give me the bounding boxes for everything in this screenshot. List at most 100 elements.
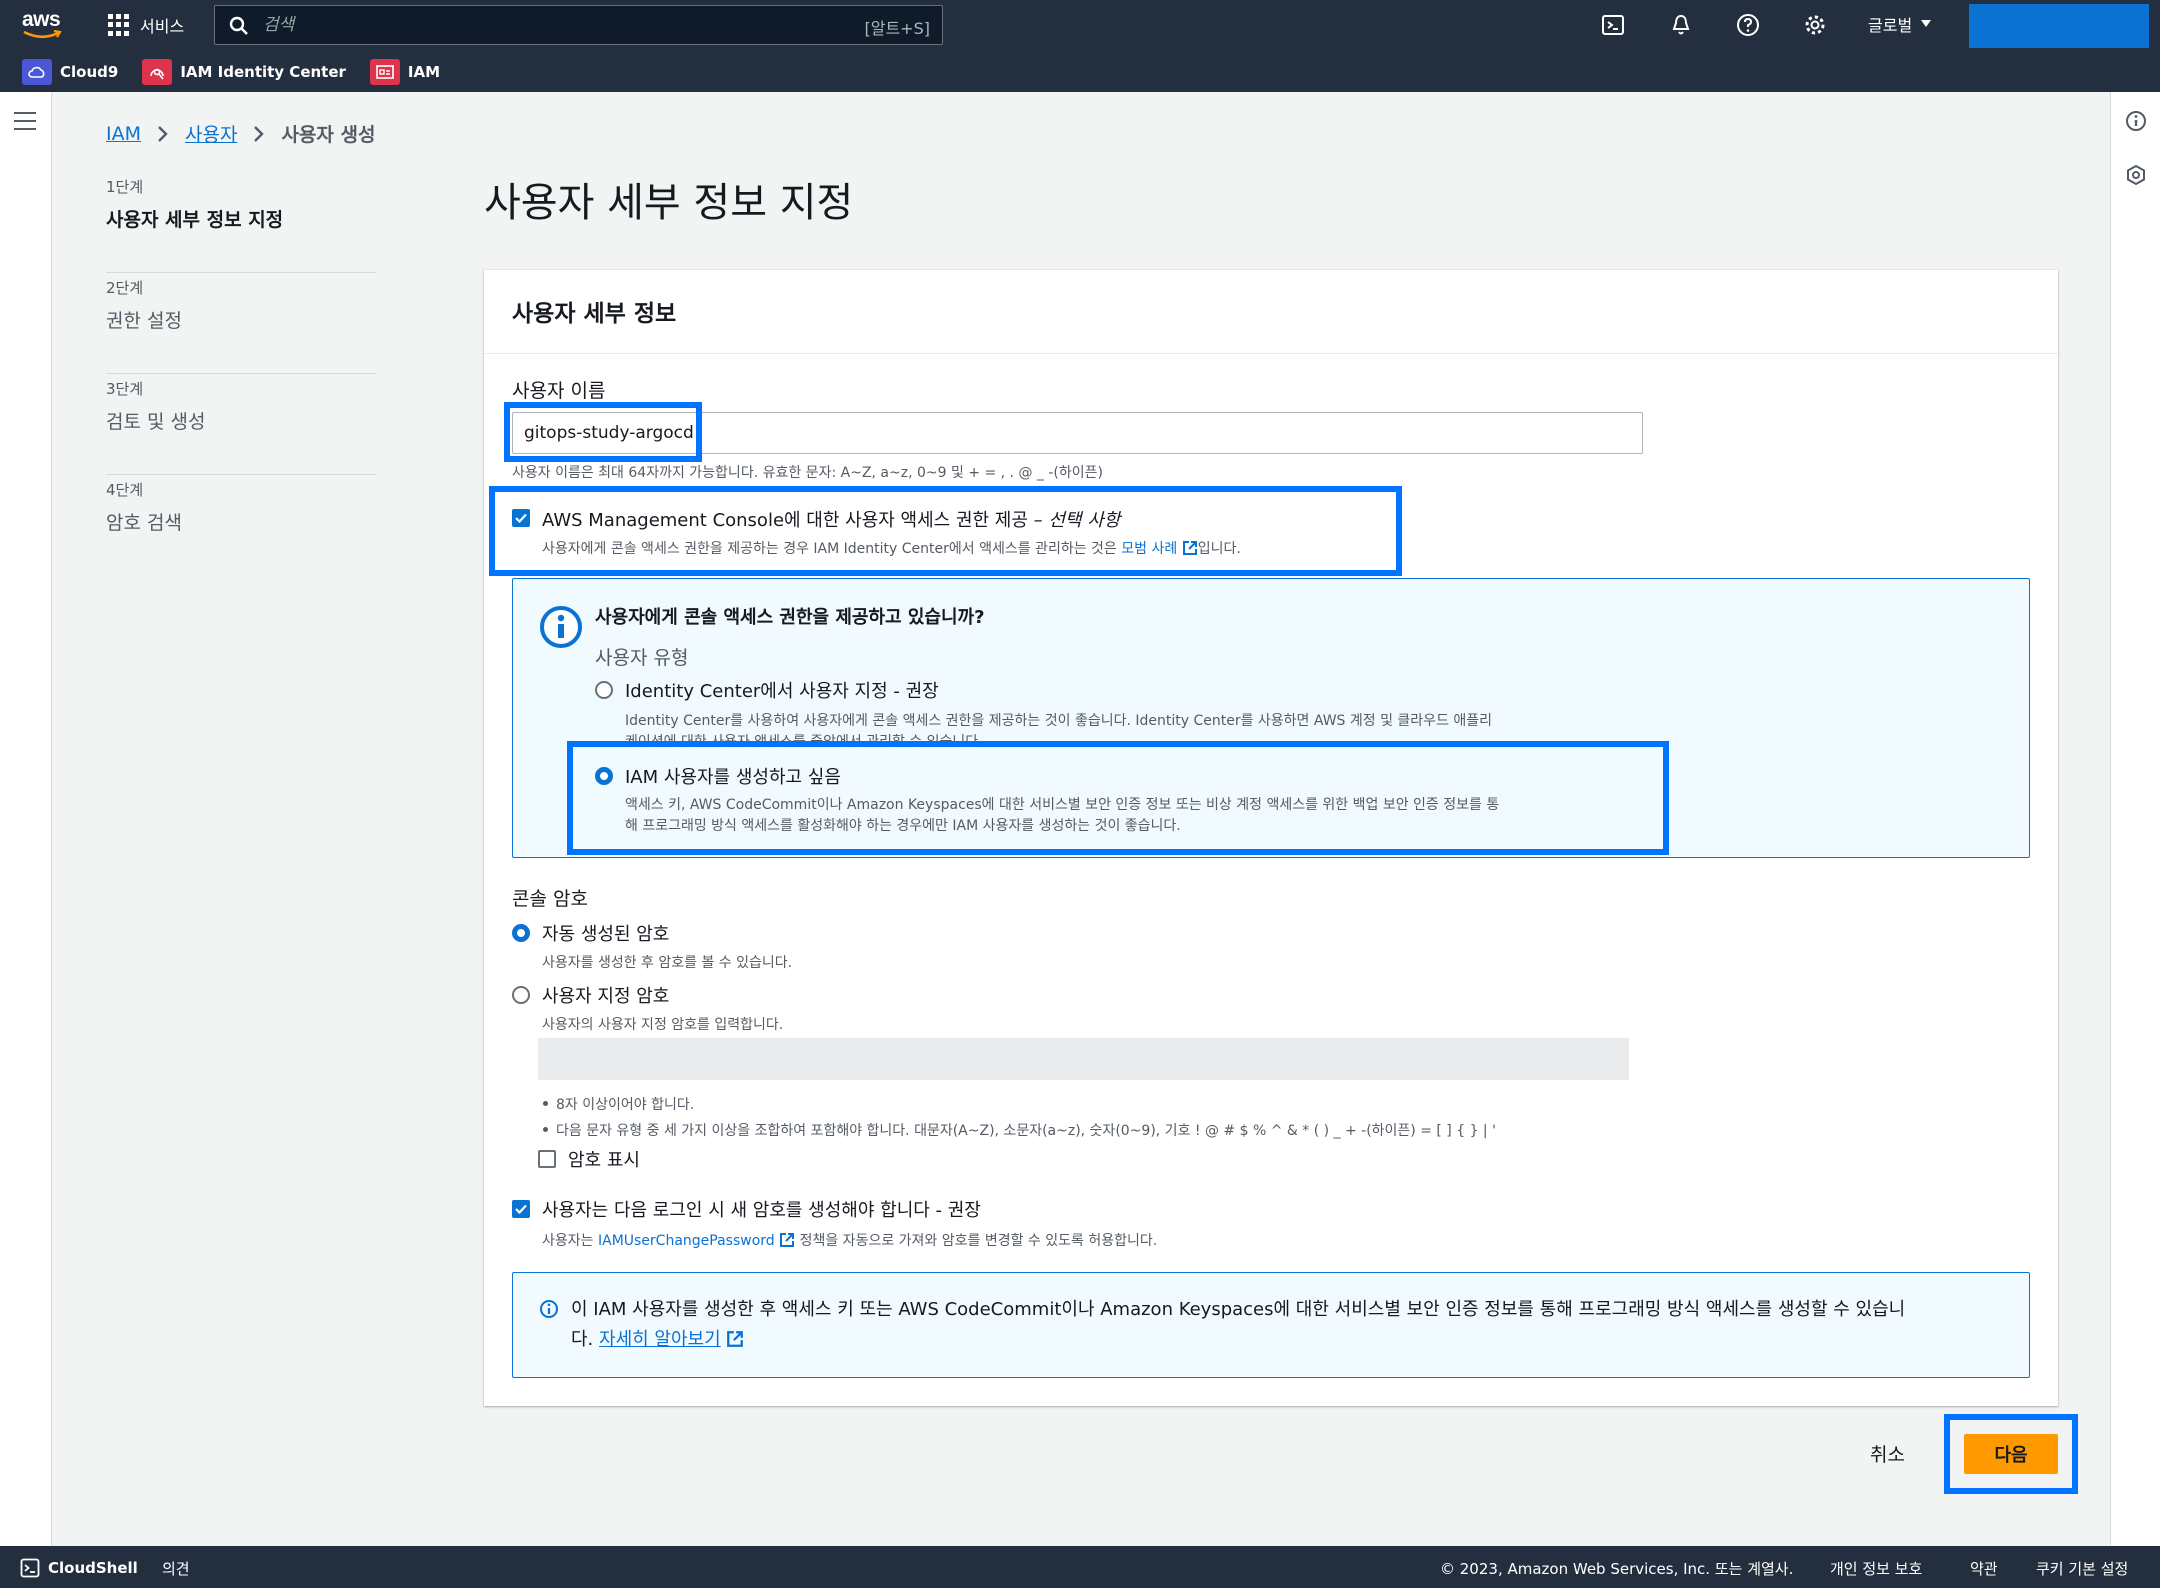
user-details-container: 사용자 세부 정보 사용자 이름 사용자 이름은 최대 64자까지 가능합니다.… <box>484 270 2058 1406</box>
favorite-label: IAM <box>407 63 441 81</box>
identity-center-radio[interactable] <box>595 681 613 699</box>
aws-logo-text: aws <box>22 8 61 31</box>
container-title: 사용자 세부 정보 <box>512 301 677 327</box>
option-label: Identity Center에서 사용자 지정 - 권장 <box>625 681 939 702</box>
cloudshell-footer-button[interactable]: CloudShell <box>20 1558 138 1578</box>
hamburger-menu-icon[interactable] <box>14 112 36 136</box>
cloudshell-icon <box>20 1558 40 1578</box>
right-tools-strip <box>2110 92 2160 1546</box>
search-shortcut: [알트+S] <box>864 19 931 38</box>
feedback-link[interactable]: 의견 <box>162 1558 190 1579</box>
step-number: 3단계 <box>106 380 144 398</box>
chevron-right-icon <box>253 125 265 143</box>
custom-password-option[interactable]: 사용자 지정 암호 사용자의 사용자 지정 암호를 입력합니다. <box>512 982 783 1034</box>
favorite-cloud9[interactable]: Cloud9 <box>22 59 118 85</box>
step-number: 1단계 <box>106 178 144 196</box>
search-bar[interactable]: [알트+S] <box>214 5 943 45</box>
auto-password-desc: 사용자를 생성한 후 암호를 볼 수 있습니다. <box>542 955 793 971</box>
services-menu-button[interactable]: 서비스 <box>108 10 184 40</box>
chevron-right-icon <box>157 125 169 143</box>
privacy-link[interactable]: 개인 정보 보호 <box>1830 1558 1922 1579</box>
password-rules: 8자 이상이어야 합니다. 다음 문자 유형 중 세 가지 이상을 조합하여 포… <box>538 1094 1496 1146</box>
terms-link[interactable]: 약관 <box>1970 1558 1998 1579</box>
programmatic-access-text-tail: 다. <box>571 1329 594 1350</box>
next-button-highlight-box <box>1944 1414 2078 1494</box>
services-label: 서비스 <box>140 17 185 36</box>
iam-user-highlight-box <box>567 741 1669 855</box>
iam-user-change-password-link[interactable]: IAMUserChangePassword <box>598 1233 775 1249</box>
auto-password-radio[interactable] <box>512 924 530 942</box>
user-type-info-box: 사용자에게 콘솔 액세스 권한을 제공하고 있습니까? 사용자 유형 Ident… <box>512 578 2030 858</box>
username-label: 사용자 이름 <box>512 380 606 402</box>
external-link-icon <box>727 1331 744 1347</box>
footer: CloudShell 의견 © 2023, Amazon Web Service… <box>0 1546 2160 1588</box>
password-rule: 8자 이상이어야 합니다. <box>538 1094 1496 1114</box>
console-password-label: 콘솔 암호 <box>512 888 588 910</box>
info-panel-icon[interactable] <box>2125 110 2147 132</box>
require-reset-option[interactable]: 사용자는 다음 로그인 시 새 암호를 생성해야 합니다 - 권장 사용자는 I… <box>512 1196 1157 1250</box>
favorite-iam-identity-center[interactable]: IAM Identity Center <box>142 59 346 85</box>
step-label: 권한 설정 <box>106 310 182 332</box>
custom-password-input[interactable] <box>538 1038 1629 1080</box>
aws-logo[interactable]: aws <box>22 8 68 42</box>
favorite-label: Cloud9 <box>60 63 119 81</box>
cancel-button[interactable]: 취소 <box>1870 1440 1905 1467</box>
wizard-step-4: 4단계 암호 검색 <box>106 475 376 576</box>
settings-gear-icon[interactable] <box>1802 12 1828 38</box>
copyright-text: © 2023, Amazon Web Services, Inc. 또는 계열사… <box>1440 1560 1794 1578</box>
search-input[interactable] <box>263 12 823 38</box>
region-label: 글로벌 <box>1868 16 1913 35</box>
favorite-label: IAM Identity Center <box>180 63 346 81</box>
require-reset-desc: 사용자는 <box>542 1233 594 1249</box>
cloudshell-label: CloudShell <box>48 1559 138 1577</box>
learn-more-link[interactable]: 자세히 알아보기 <box>599 1329 721 1350</box>
step-label: 암호 검색 <box>106 512 182 534</box>
auto-password-label: 자동 생성된 암호 <box>542 924 670 945</box>
password-rule: 다음 문자 유형 중 세 가지 이상을 조합하여 포함해야 합니다. 대문자(A… <box>538 1120 1496 1140</box>
nav-main-row: aws 서비스 [알트+S] 글로벌 <box>0 0 2160 50</box>
region-selector[interactable]: 글로벌 <box>1868 12 1932 36</box>
step-label: 사용자 세부 정보 지정 <box>106 209 284 231</box>
wizard-step-2: 2단계 권한 설정 <box>106 273 376 374</box>
require-reset-checkbox[interactable] <box>512 1200 530 1218</box>
container-header: 사용자 세부 정보 <box>484 270 2058 354</box>
username-highlight-box <box>504 402 702 462</box>
help-icon[interactable] <box>1735 12 1761 38</box>
iam-icon <box>369 59 400 85</box>
aws-smile-icon <box>23 30 62 39</box>
page-title: 사용자 세부 정보 지정 <box>484 180 854 226</box>
option-description: Identity Center를 사용하여 사용자에게 콘솔 액세스 권한을 제… <box>625 713 1493 729</box>
custom-password-radio[interactable] <box>512 986 530 1004</box>
show-password-option[interactable]: 암호 표시 <box>538 1146 640 1172</box>
checkmark-icon <box>515 1204 527 1214</box>
notifications-bell-icon[interactable] <box>1668 12 1694 38</box>
programmatic-access-info-box: 이 IAM 사용자를 생성한 후 액세스 키 또는 AWS CodeCommit… <box>512 1272 2030 1378</box>
show-password-checkbox[interactable] <box>538 1150 556 1168</box>
auto-password-option[interactable]: 자동 생성된 암호 사용자를 생성한 후 암호를 볼 수 있습니다. <box>512 920 792 972</box>
breadcrumb-current: 사용자 생성 <box>281 124 376 146</box>
wizard-step-1[interactable]: 1단계 사용자 세부 정보 지정 <box>106 172 376 273</box>
user-type-title: 사용자에게 콘솔 액세스 권한을 제공하고 있습니까? <box>595 607 985 628</box>
info-circle-icon <box>540 1300 558 1318</box>
favorites-bar: Cloud9 IAM Identity Center IAM <box>0 52 2160 92</box>
breadcrumb-users-link[interactable]: 사용자 <box>185 120 237 147</box>
left-navigation-strip <box>0 92 52 1546</box>
identity-center-icon <box>142 59 173 85</box>
breadcrumb: IAM 사용자 사용자 생성 <box>106 120 375 147</box>
user-type-subtitle: 사용자 유형 <box>595 647 689 669</box>
programmatic-access-text: 이 IAM 사용자를 생성한 후 액세스 키 또는 AWS CodeCommit… <box>571 1299 1906 1320</box>
step-number: 2단계 <box>106 279 144 297</box>
top-navigation: aws 서비스 [알트+S] 글로벌 <box>0 0 2160 92</box>
custom-password-desc: 사용자의 사용자 지정 암호를 입력합니다. <box>542 1017 784 1033</box>
show-password-label: 암호 표시 <box>568 1150 640 1171</box>
breadcrumb-iam-link[interactable]: IAM <box>106 123 141 145</box>
search-icon <box>229 16 248 35</box>
account-menu-button[interactable] <box>1969 4 2149 48</box>
step-number: 4단계 <box>106 481 144 499</box>
wizard-steps: 1단계 사용자 세부 정보 지정 2단계 권한 설정 3단계 검토 및 생성 4… <box>106 172 376 576</box>
favorite-iam[interactable]: IAM <box>369 59 441 85</box>
step-label: 검토 및 생성 <box>106 411 206 433</box>
cookie-preferences-link[interactable]: 쿠키 기본 설정 <box>2036 1558 2128 1579</box>
feedback-panel-icon[interactable] <box>2125 164 2147 186</box>
cloudshell-icon[interactable] <box>1600 12 1626 38</box>
